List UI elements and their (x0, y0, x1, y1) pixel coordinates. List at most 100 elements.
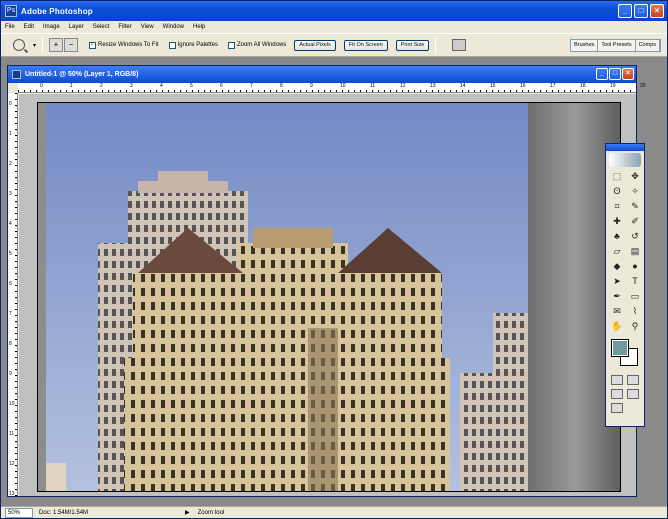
magic-wand-icon[interactable]: ✧ (627, 184, 643, 198)
palette-tab-comps[interactable]: Comps (635, 40, 660, 51)
menu-layer[interactable]: Layer (69, 24, 84, 30)
menu-view[interactable]: View (141, 24, 154, 30)
ruler-number: 5 (9, 251, 12, 257)
menu-image[interactable]: Image (43, 24, 60, 30)
palette-tab-tool-presets[interactable]: Tool Presets (598, 40, 636, 51)
palette-well: Brushes Tool Presets Comps (570, 39, 661, 52)
checkbox-box (168, 41, 176, 49)
ruler-number: 7 (9, 311, 12, 317)
ruler-number: 2 (100, 83, 103, 89)
path-select-icon[interactable]: ➤ (609, 274, 625, 288)
foreground-color-swatch[interactable] (611, 339, 629, 357)
ruler-number: 1 (70, 83, 73, 89)
document-title-bar[interactable]: Untitled-1 @ 50% (Layer 1, RGB/8) _ □ × (8, 66, 636, 83)
shape-icon[interactable]: ▭ (627, 289, 643, 303)
pen-icon[interactable]: ✒ (609, 289, 625, 303)
ruler-number: 8 (280, 83, 283, 89)
quick-mask-mode-icon[interactable] (627, 375, 639, 385)
checkmark-icon: ✓ (89, 41, 97, 49)
ruler-number: 7 (250, 83, 253, 89)
maximize-button[interactable]: □ (634, 4, 648, 18)
ignore-palettes-label: Ignore Palettes (177, 42, 218, 48)
menu-file[interactable]: File (5, 24, 15, 30)
document-window: Untitled-1 @ 50% (Layer 1, RGB/8) _ □ × … (7, 65, 646, 497)
mask-mode-row (606, 375, 644, 385)
healing-icon[interactable]: ✚ (609, 214, 625, 228)
resize-windows-checkbox[interactable]: ✓ Resize Windows To Fit (89, 41, 159, 49)
document-window-controls: _ □ × (596, 68, 634, 80)
zoom-in-button[interactable]: + (49, 38, 64, 52)
marquee-icon[interactable]: ⬚ (609, 169, 625, 183)
adobe-online-feather-icon[interactable] (609, 153, 641, 167)
ruler-number: 18 (580, 83, 586, 89)
eraser-icon[interactable]: ▱ (609, 244, 625, 258)
zoom-out-button[interactable]: − (64, 38, 79, 52)
ruler-number: 20 (640, 83, 646, 89)
image-canvas[interactable] (37, 102, 621, 492)
tool-preset-dropdown-icon[interactable]: ▾ (33, 42, 36, 49)
menu-select[interactable]: Select (93, 24, 110, 30)
vertical-ruler[interactable]: 0 1 2 3 4 5 6 7 8 9 10 11 12 13 (8, 93, 18, 497)
building-photo (38, 103, 620, 491)
document-title: Untitled-1 @ 50% (Layer 1, RGB/8) (25, 71, 139, 78)
divider (435, 37, 437, 53)
status-menu-arrow-icon[interactable]: ▶ (185, 509, 190, 516)
doc-close-button[interactable]: × (622, 68, 634, 80)
title-bar[interactable]: Ps Adobe Photoshop _ □ × (1, 1, 667, 21)
menu-filter[interactable]: Filter (118, 24, 131, 30)
ruler-number: 11 (370, 83, 376, 89)
doc-minimize-button[interactable]: _ (596, 68, 608, 80)
type-icon[interactable]: T (627, 274, 643, 288)
minimize-button[interactable]: _ (618, 4, 632, 18)
zoom-level-field[interactable]: 50% (5, 507, 33, 518)
imageready-row (606, 403, 644, 413)
eyedropper-icon[interactable]: ⌇ (627, 304, 643, 318)
stamp-icon[interactable]: ♣ (609, 229, 625, 243)
zoom-icon[interactable]: ⚲ (627, 319, 643, 333)
palette-tab-brushes[interactable]: Brushes (571, 40, 599, 51)
doc-maximize-button[interactable]: □ (609, 68, 621, 80)
crop-icon[interactable]: ⌗ (609, 199, 625, 213)
menu-help[interactable]: Help (193, 24, 205, 30)
app-title: Adobe Photoshop (21, 6, 93, 16)
ruler-number: 3 (130, 83, 133, 89)
zoom-all-windows-checkbox[interactable]: Zoom All Windows (227, 41, 287, 49)
file-browser-icon[interactable] (452, 39, 467, 51)
lasso-icon[interactable]: ʘ (609, 184, 625, 198)
notes-icon[interactable]: ✉ (609, 304, 625, 318)
ruler-number: 9 (310, 83, 313, 89)
ruler-number: 14 (460, 83, 466, 89)
zoom-tool-preset-icon[interactable] (13, 39, 25, 51)
ruler-number: 0 (40, 83, 43, 89)
canvas-area[interactable] (19, 94, 636, 496)
jump-to-imageready-icon[interactable] (611, 403, 623, 413)
dodge-icon[interactable]: ● (627, 259, 643, 273)
move-icon[interactable]: ✥ (627, 169, 643, 183)
menu-edit[interactable]: Edit (24, 24, 34, 30)
horizontal-ruler[interactable]: 0 1 2 3 4 5 6 7 8 9 10 11 12 13 14 15 16 17 18 19 20 (18, 83, 646, 93)
hand-icon[interactable]: ✋ (609, 319, 625, 333)
tools-palette: ⬚ ✥ ʘ ✧ ⌗ ✎ ✚ ✐ ♣ ↺ ▱ ▤ ◆ ● ➤ T ✒ ▭ ✉ ⌇ ✋ ⚲ (605, 143, 645, 427)
menu-window[interactable]: Window (163, 24, 184, 30)
ruler-number: 6 (220, 83, 223, 89)
zoom-all-windows-label: Zoom All Windows (236, 42, 287, 48)
blur-icon[interactable]: ◆ (609, 259, 625, 273)
brush-icon[interactable]: ✐ (627, 214, 643, 228)
ruler-number: 3 (9, 191, 12, 197)
slice-icon[interactable]: ✎ (627, 199, 643, 213)
print-size-button[interactable]: Print Size (395, 39, 430, 51)
ruler-number: 4 (160, 83, 163, 89)
ignore-palettes-checkbox[interactable]: Ignore Palettes (168, 41, 218, 49)
standard-screen-mode-icon[interactable] (611, 389, 623, 399)
gradient-icon[interactable]: ▤ (627, 244, 643, 258)
tools-palette-titlebar[interactable] (606, 144, 644, 151)
fit-on-screen-button[interactable]: Fit On Screen (343, 39, 388, 51)
close-button[interactable]: × (650, 4, 664, 18)
full-screen-mode-icon[interactable] (627, 389, 639, 399)
standard-mode-icon[interactable] (611, 375, 623, 385)
photoshop-app-icon: Ps (5, 5, 17, 17)
history-brush-icon[interactable]: ↺ (627, 229, 643, 243)
ruler-number: 12 (400, 83, 406, 89)
actual-pixels-button[interactable]: Actual Pixels (294, 39, 336, 51)
ruler-number: 4 (9, 221, 12, 227)
